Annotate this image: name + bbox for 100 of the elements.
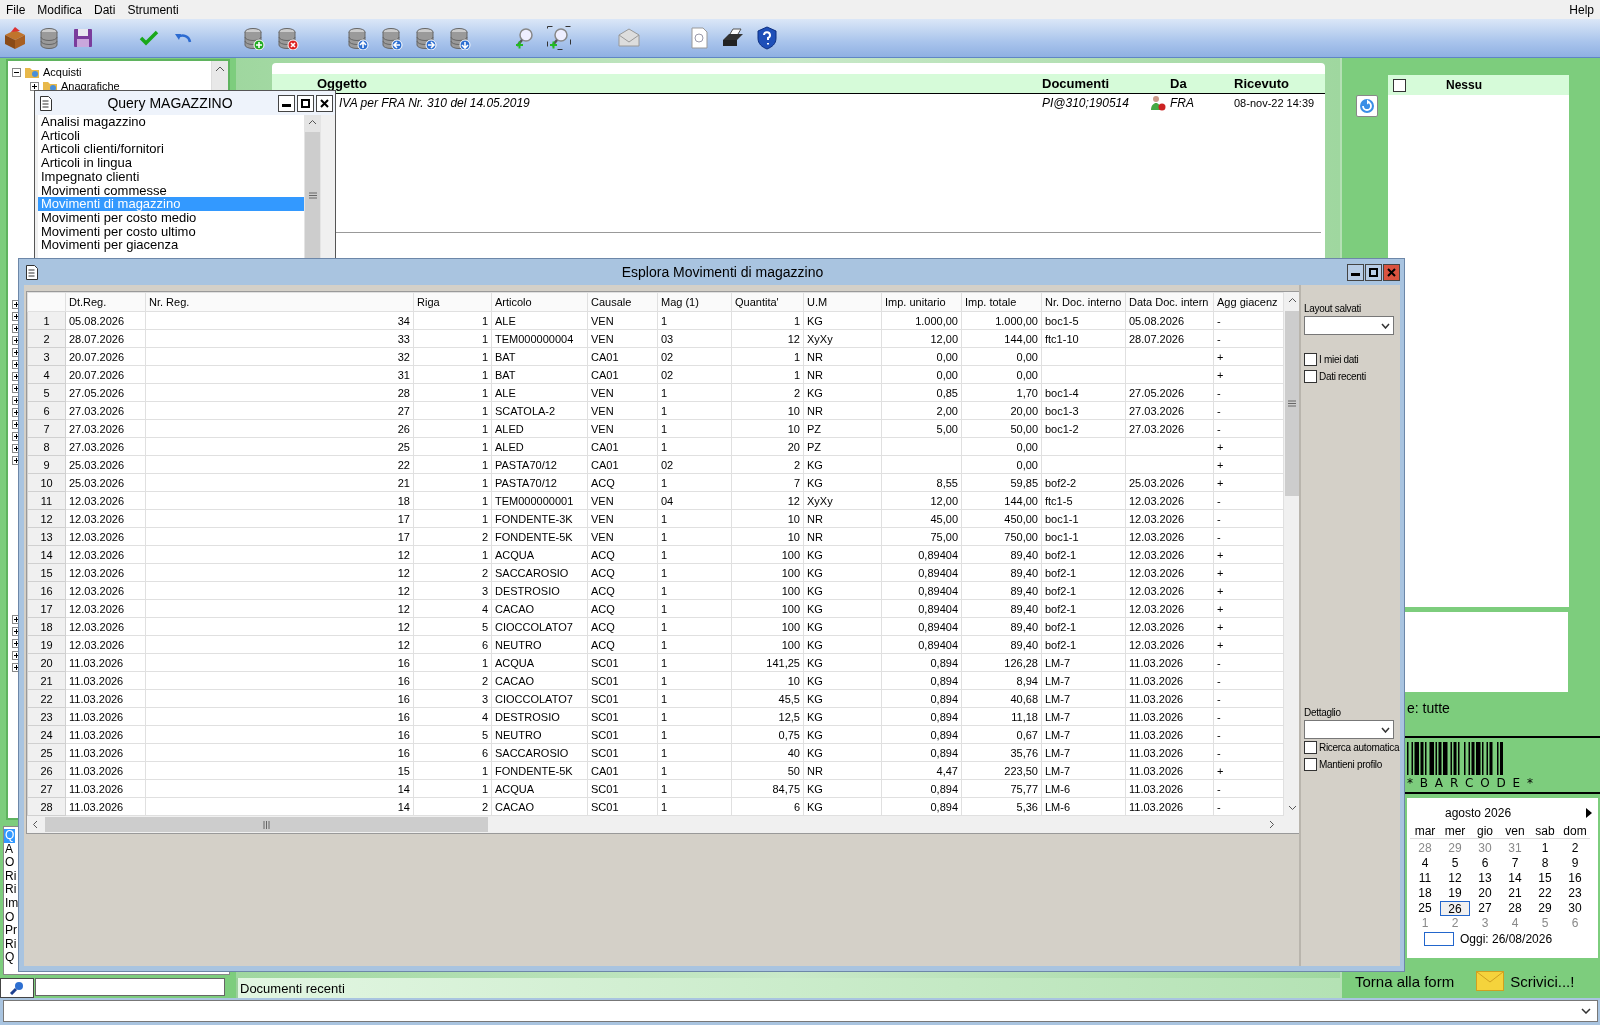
calendar-day[interactable]: 14 <box>1500 871 1530 886</box>
dropdown-field[interactable] <box>3 1000 1598 1022</box>
list-item[interactable]: Articoli in lingua <box>38 156 304 170</box>
column-header[interactable]: Quantita' <box>731 292 804 312</box>
maximize-button[interactable] <box>297 94 314 112</box>
list-item[interactable]: Movimenti per costo ultimo <box>38 224 304 239</box>
calendar-day[interactable]: 2 <box>1440 916 1470 931</box>
help-icon[interactable] <box>755 26 779 50</box>
checkbox-label[interactable]: Mantieni profilo <box>1319 759 1382 770</box>
list-item[interactable]: Ri <box>4 869 18 884</box>
list-item[interactable]: Analisi magazzino <box>38 115 304 129</box>
checkbox[interactable] <box>1304 370 1317 383</box>
column-header[interactable]: Riga <box>413 292 492 312</box>
column-header[interactable]: Imp. totale <box>961 292 1042 312</box>
list-item[interactable]: A <box>4 842 14 857</box>
minimize-button[interactable] <box>1347 263 1364 281</box>
calendar-day[interactable]: 4 <box>1410 856 1440 871</box>
calendar-day[interactable]: 7 <box>1500 856 1530 871</box>
zoom-in-icon[interactable] <box>547 26 571 50</box>
dropdown-field[interactable] <box>1304 720 1394 739</box>
checkbox-label[interactable]: Dati recenti <box>1319 371 1366 382</box>
calendar-day[interactable]: 29 <box>1530 901 1560 916</box>
scrollbar-thumb[interactable] <box>45 817 488 832</box>
calendar-day[interactable]: 9 <box>1560 856 1590 871</box>
checkbox[interactable] <box>1393 78 1406 92</box>
list-item[interactable]: Movimenti per costo medio <box>38 210 304 225</box>
column-header[interactable]: U.M <box>803 292 882 312</box>
tree-item[interactable]: Anagrafiche <box>61 80 120 92</box>
calendar-day[interactable]: 3 <box>1470 916 1500 931</box>
close-button[interactable] <box>316 94 333 112</box>
checkbox-label[interactable]: I miei dati <box>1319 354 1359 365</box>
database-delete-icon[interactable] <box>275 26 299 50</box>
close-button[interactable] <box>1383 263 1400 281</box>
column-header[interactable]: Imp. unitario <box>881 292 962 312</box>
link[interactable]: Torna alla form <box>1355 972 1455 990</box>
search-field[interactable] <box>35 978 225 996</box>
list-item[interactable]: Q <box>4 951 16 965</box>
calendar-day[interactable]: 8 <box>1530 856 1560 871</box>
calendar-day[interactable]: 16 <box>1560 871 1590 886</box>
maximize-button[interactable] <box>1365 263 1382 281</box>
tree-item[interactable]: Acquisti <box>43 66 82 78</box>
calendar-day[interactable]: 1 <box>1410 916 1440 931</box>
column-header[interactable]: Agg giacenz <box>1213 292 1284 312</box>
dropdown-field[interactable] <box>1304 316 1394 335</box>
next-month-icon[interactable] <box>1586 808 1592 818</box>
column-header[interactable]: Causale <box>587 292 658 312</box>
calendar-day[interactable]: 25 <box>1410 901 1440 916</box>
column-header[interactable]: Data Doc. intern <box>1125 292 1214 312</box>
calendar-day[interactable]: 5 <box>1440 856 1470 871</box>
calendar-day[interactable]: 11 <box>1410 871 1440 886</box>
column-header[interactable]: Articolo <box>491 292 588 312</box>
calendar-day[interactable]: 30 <box>1470 841 1500 856</box>
calendar-day[interactable]: 27 <box>1470 901 1500 916</box>
menu-item[interactable]: Modifica <box>31 2 89 17</box>
list-item[interactable]: O <box>4 856 16 870</box>
calendar-day[interactable]: 15 <box>1530 871 1560 886</box>
calendar-day[interactable]: 28 <box>1410 841 1440 856</box>
menu-item[interactable]: Help <box>1563 2 1600 17</box>
expander-icon[interactable] <box>12 67 21 77</box>
calendar-day[interactable]: 26 <box>1440 901 1470 916</box>
calendar-day[interactable]: 6 <box>1560 916 1590 931</box>
database-right-icon[interactable] <box>413 26 437 50</box>
list-item[interactable]: Articoli <box>38 128 304 143</box>
calendar-day[interactable]: 13 <box>1470 871 1500 886</box>
list-item[interactable]: Ri <box>4 883 18 897</box>
column-header[interactable]: Dt.Reg. <box>65 292 146 312</box>
link[interactable]: Scrivici...! <box>1510 972 1575 990</box>
list-item[interactable]: O <box>4 910 16 925</box>
checkbox-label[interactable]: Ricerca automatica <box>1319 742 1400 753</box>
database-icon[interactable] <box>37 26 61 50</box>
search-button[interactable] <box>0 978 34 998</box>
database-add-icon[interactable] <box>241 26 265 50</box>
calendar-day[interactable]: 12 <box>1440 871 1470 886</box>
calendar-day[interactable]: 30 <box>1560 901 1590 916</box>
menu-item[interactable]: Dati <box>88 2 122 17</box>
column-header[interactable]: Mag (1) <box>657 292 732 312</box>
scrollbar-thumb[interactable] <box>305 132 320 259</box>
scrollbar-thumb[interactable] <box>1284 311 1300 496</box>
list-item[interactable]: Pr <box>4 924 18 938</box>
today-link[interactable]: Oggi: 26/08/2026 <box>1460 932 1553 946</box>
minimize-button[interactable] <box>278 94 295 112</box>
calendar-day[interactable]: 4 <box>1500 916 1530 931</box>
list-item[interactable]: Impegnato clienti <box>38 169 304 184</box>
list-item[interactable]: Movimenti per giacenza <box>38 238 304 253</box>
calendar-day[interactable]: 6 <box>1470 856 1500 871</box>
calendar-day[interactable]: 1 <box>1530 841 1560 856</box>
calendar-day[interactable]: 31 <box>1500 841 1530 856</box>
list-item[interactable]: Ri <box>4 937 18 952</box>
column-header[interactable]: Nr. Reg. <box>145 292 414 312</box>
list-item[interactable]: Im <box>4 896 20 911</box>
menu-item[interactable]: Strumenti <box>121 2 185 17</box>
checkbox[interactable] <box>1304 741 1317 754</box>
calendar-day[interactable]: 22 <box>1530 886 1560 901</box>
calendar-day[interactable]: 5 <box>1530 916 1560 931</box>
calendar-day[interactable]: 28 <box>1500 901 1530 916</box>
database-down-icon[interactable] <box>447 26 471 50</box>
calendar-day[interactable]: 21 <box>1500 886 1530 901</box>
calendar-day[interactable]: 23 <box>1560 886 1590 901</box>
calendar-day[interactable]: 29 <box>1440 841 1470 856</box>
database-left-icon[interactable] <box>379 26 403 50</box>
